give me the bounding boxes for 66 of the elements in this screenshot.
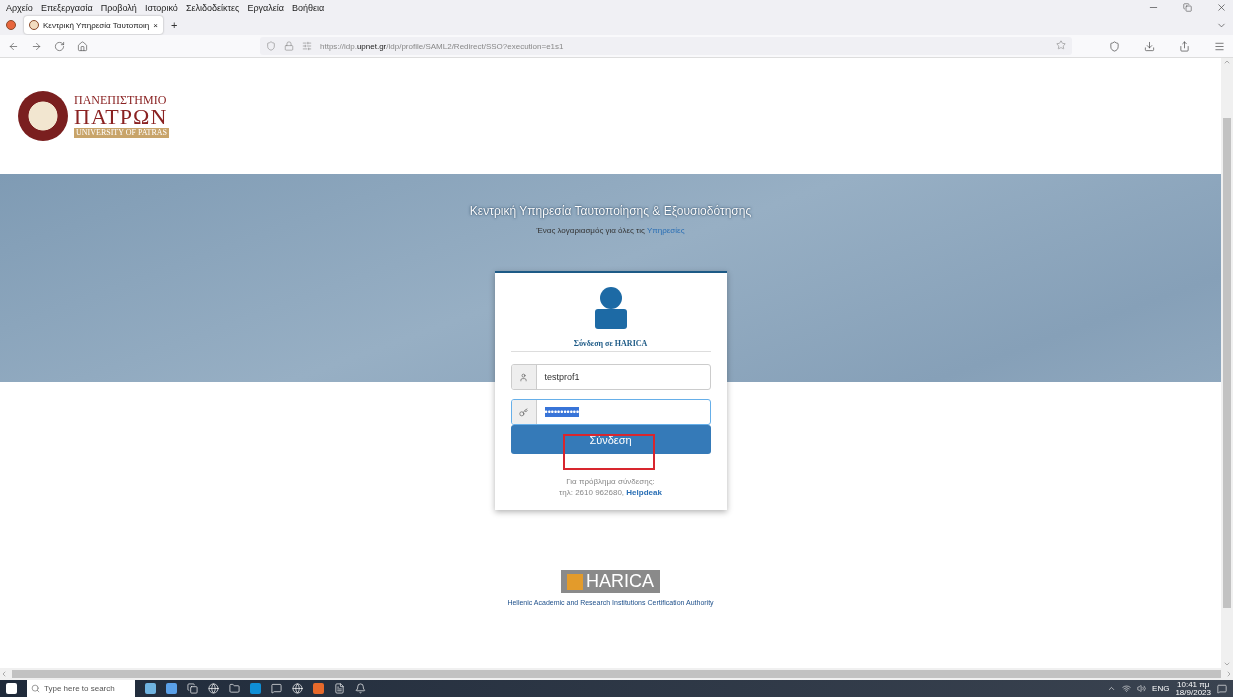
password-field[interactable]: ••••••••••• <box>510 399 711 425</box>
globe-icon[interactable] <box>208 683 219 694</box>
user-icon <box>519 372 528 382</box>
helpdesk-link[interactable]: Helpdeak <box>626 488 662 498</box>
banner-subtitle: Ένας λογαριασμός για όλες τις Υπηρεσίες <box>536 226 685 235</box>
scroll-up-icon[interactable] <box>1223 58 1231 66</box>
menu-item[interactable]: Ιστορικό <box>144 2 178 13</box>
browser-logo-icon[interactable] <box>6 20 16 30</box>
restore-icon[interactable] <box>1183 3 1192 12</box>
menu-icon[interactable] <box>1214 40 1225 52</box>
lock-icon[interactable] <box>284 41 294 51</box>
clock[interactable]: 10:41 πμ 18/9/2023 <box>1175 680 1211 697</box>
download-icon[interactable] <box>1144 40 1155 52</box>
forward-icon[interactable] <box>31 40 42 52</box>
login-heading: Σύνδεση σε HARICA <box>510 333 711 352</box>
notification-icon[interactable] <box>1217 683 1227 694</box>
browser-tab[interactable]: Κεντρική Υπηρεσία Ταυτοποιη × <box>24 16 163 34</box>
app-icon[interactable] <box>313 683 324 694</box>
horizontal-scrollbar[interactable] <box>0 668 1233 680</box>
menu-item[interactable]: Βοήθεια <box>291 2 325 13</box>
scroll-left-icon[interactable] <box>0 670 8 678</box>
wifi-icon[interactable] <box>1122 684 1132 693</box>
menu-item[interactable]: Σελιδοδείκτες <box>185 2 240 13</box>
bell-icon[interactable] <box>355 683 366 694</box>
taskbar-search[interactable]: Type here to search <box>27 680 135 697</box>
star-icon[interactable] <box>1056 40 1066 50</box>
new-tab-button[interactable]: + <box>170 19 178 31</box>
scroll-right-icon[interactable] <box>1225 670 1233 678</box>
harica-logo: HARICA <box>561 570 660 594</box>
logo-text: ΠΑΤΡΩΝ <box>74 106 169 128</box>
help-text: Για πρόβλημα σύνδεσης: τηλ: 2610 962680, Helpdeak <box>559 476 662 499</box>
vertical-scrollbar[interactable] <box>1221 58 1233 668</box>
menu-item[interactable]: Αρχείο <box>6 2 33 13</box>
login-button[interactable]: Σύνδεση <box>510 425 711 454</box>
start-icon[interactable] <box>6 683 17 694</box>
app-icon[interactable] <box>145 683 156 694</box>
menu-item[interactable]: Επεξεργασία <box>40 2 93 13</box>
volume-icon[interactable] <box>1137 684 1147 693</box>
university-seal-icon <box>18 91 68 141</box>
key-icon <box>519 407 528 417</box>
logo-text: ΠΑΝΕΠΙΣΤΗΜΙΟ <box>74 94 168 106</box>
close-icon[interactable] <box>1216 2 1227 13</box>
scroll-down-icon[interactable] <box>1223 660 1231 668</box>
sliders-icon[interactable] <box>302 41 312 51</box>
app-icon[interactable] <box>250 683 261 694</box>
home-icon[interactable] <box>77 40 88 52</box>
tab-close[interactable]: × <box>153 20 158 30</box>
site-icon <box>29 20 39 30</box>
message-icon[interactable] <box>271 683 282 694</box>
logo-subtitle: UNIVERSITY OF PATRAS <box>74 128 169 138</box>
menu-item[interactable]: Εργαλεία <box>247 2 284 13</box>
app-icon[interactable] <box>166 683 177 694</box>
menu-item[interactable]: Προβολή <box>100 2 137 13</box>
document-icon[interactable] <box>334 683 345 694</box>
language-indicator[interactable]: ENG <box>1152 684 1170 693</box>
address-bar[interactable]: https://idp.upnet.gr/idp/profile/SAML2/Redirect/SSO?execution=e1s1 <box>260 37 1072 55</box>
reload-icon[interactable] <box>54 40 65 52</box>
chevron-up-icon[interactable] <box>1107 684 1117 693</box>
share-icon[interactable] <box>1179 40 1190 52</box>
back-icon[interactable] <box>8 40 19 52</box>
shield-icon[interactable] <box>266 41 276 51</box>
task-view-icon[interactable] <box>187 683 198 694</box>
banner-title: Κεντρική Υπηρεσία Ταυτοποίησης & Εξουσιοδότησης <box>469 204 752 218</box>
username-field[interactable]: testprof1 <box>510 364 711 390</box>
search-icon[interactable] <box>31 684 40 693</box>
folder-icon[interactable] <box>229 683 240 694</box>
